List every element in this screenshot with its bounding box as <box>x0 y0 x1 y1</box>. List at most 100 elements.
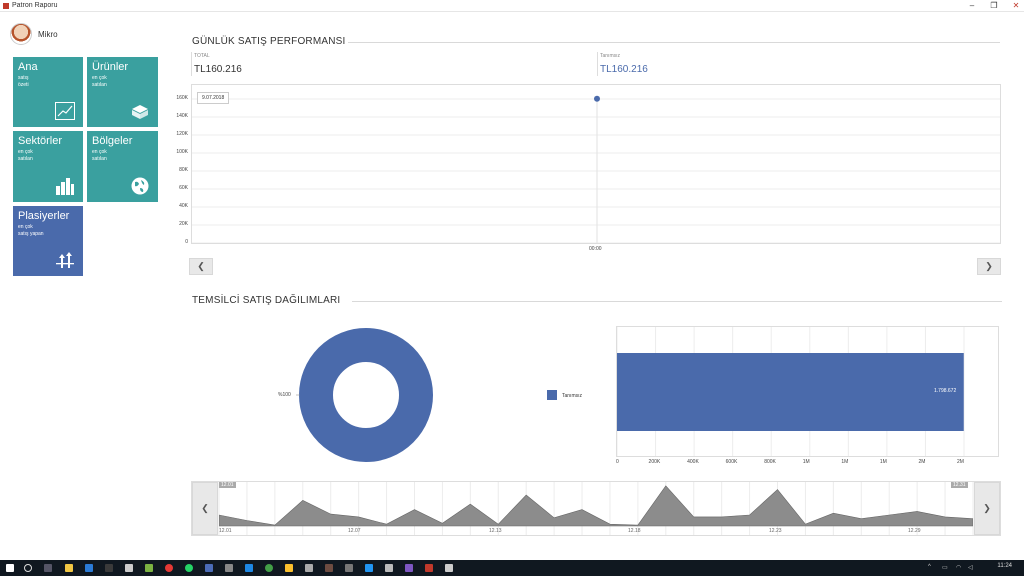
range-x-label: 12.23 <box>769 528 782 534</box>
whatsapp-icon[interactable] <box>185 564 193 572</box>
range-area-chart <box>219 482 973 535</box>
y-tick-label: 20K <box>179 221 188 227</box>
app-icon[interactable] <box>325 564 333 572</box>
kpi-separator <box>597 52 598 76</box>
kpi-total-label: TOTAL <box>194 53 210 59</box>
area-series <box>219 485 973 527</box>
rep-section-title: TEMSİLCİ SATIŞ DAĞILIMLARI <box>192 295 341 306</box>
file-explorer-icon[interactable] <box>65 564 73 572</box>
app-icon[interactable] <box>205 564 213 572</box>
tile-subtitle: en çok <box>92 75 107 81</box>
donut-slice[interactable] <box>299 328 433 462</box>
range-x-label: 12.01 <box>219 528 232 534</box>
legend-label: Tanımsız <box>562 393 583 399</box>
x-tick-label: 1M <box>841 459 849 465</box>
arrows-icon <box>56 252 74 268</box>
section-divider <box>348 42 1000 43</box>
user-name: Mikro <box>38 29 58 39</box>
x-tick-label: 600K <box>725 459 738 465</box>
x-tick-label: 800K <box>764 459 776 465</box>
app-icon <box>3 3 9 9</box>
app-icon[interactable] <box>285 564 293 572</box>
range-x-label: 12.29 <box>908 528 921 534</box>
bar-tanimsiz[interactable] <box>617 353 964 431</box>
y-tick-label: 120K <box>176 131 188 137</box>
range-prev-button[interactable]: ❮ <box>192 482 218 535</box>
app-icon[interactable] <box>305 564 313 572</box>
data-point[interactable] <box>594 95 600 102</box>
task-view-icon[interactable] <box>44 564 52 572</box>
bar-chart-icon <box>56 178 74 195</box>
user-profile[interactable]: Mikro <box>10 23 58 45</box>
bar-value-label: 1.798.672 <box>934 388 957 394</box>
section-divider <box>352 301 1002 302</box>
y-tick-label: 160K <box>176 95 188 101</box>
tile-urunler[interactable]: Ürünler en çok satılan <box>87 57 158 127</box>
x-tick-label: 200K <box>648 459 661 465</box>
mail-icon[interactable] <box>125 564 133 572</box>
y-tick-label: 0 <box>185 239 188 245</box>
android-icon[interactable] <box>145 564 153 572</box>
x-tick-label: 0 <box>616 459 619 465</box>
minimize-button[interactable]: – <box>968 0 976 12</box>
app-icon[interactable] <box>385 564 393 572</box>
next-day-button[interactable]: ❯ <box>977 258 1001 275</box>
app-icon[interactable] <box>345 564 353 572</box>
network-icon[interactable]: ▭ <box>942 564 948 571</box>
y-tick-label: 140K <box>176 113 188 119</box>
app-icon[interactable] <box>365 564 373 572</box>
tile-ana[interactable]: Ana satış özeti <box>13 57 83 127</box>
prev-day-button[interactable]: ❮ <box>189 258 213 275</box>
wifi-icon[interactable]: ◠ <box>956 564 961 571</box>
daily-chart-plot <box>192 95 1000 243</box>
chart-tooltip: 9.07.2018 <box>197 92 230 104</box>
range-x-label: 12.07 <box>348 528 361 534</box>
tile-subtitle: en çok <box>18 149 33 155</box>
app-icon[interactable] <box>265 564 273 572</box>
close-button[interactable]: ✕ <box>1012 0 1020 12</box>
box-icon <box>132 105 148 119</box>
x-tick-label: 2M <box>918 459 926 465</box>
range-end-handle[interactable]: 12.31 <box>951 482 968 488</box>
tray-chevron-icon[interactable]: ^ <box>928 564 931 570</box>
kpi-separator <box>191 52 192 76</box>
chrome-icon[interactable] <box>165 564 173 572</box>
app-icon[interactable] <box>245 564 253 572</box>
patron-raporu-icon[interactable] <box>425 564 433 572</box>
kpi-tanimsiz-value: TL160.216 <box>600 64 648 75</box>
visual-studio-icon[interactable] <box>405 564 413 572</box>
range-x-label: 12.18 <box>628 528 641 534</box>
taskbar: ^ ▭ ◠ ◁ 11:24 <box>0 560 1024 576</box>
tile-title: Ürünler <box>92 61 129 73</box>
x-tick-label: 1M <box>802 459 810 465</box>
tile-bolgeler[interactable]: Bölgeler en çok satılan <box>87 131 158 202</box>
x-tick-label: 00:00 <box>589 246 602 252</box>
daily-chart <box>191 84 1001 244</box>
range-start-handle[interactable]: 12.01 <box>219 482 236 488</box>
title-bar: Patron Raporu – ❐ ✕ <box>0 0 1024 12</box>
avatar <box>10 23 32 45</box>
restore-button[interactable]: ❐ <box>990 0 998 12</box>
windows-start-icon[interactable] <box>6 564 14 572</box>
store-icon[interactable] <box>105 564 113 572</box>
tile-title: Sektörler <box>18 135 63 147</box>
clock[interactable]: 11:24 <box>997 563 1012 569</box>
app-icon[interactable] <box>225 564 233 572</box>
edge-icon[interactable] <box>85 564 93 572</box>
app-icon[interactable] <box>445 564 453 572</box>
tile-subtitle: satılan <box>18 156 33 162</box>
y-tick-label: 80K <box>179 167 188 173</box>
x-tick-label: 1M <box>879 459 887 465</box>
tile-subtitle: satış <box>18 75 29 81</box>
tile-sektorler[interactable]: Sektörler en çok satılan <box>13 131 83 202</box>
donut-label: %100 <box>278 392 291 398</box>
tile-subtitle: özeti <box>18 82 29 88</box>
legend-swatch <box>547 390 557 400</box>
daily-section-title: GÜNLÜK SATIŞ PERFORMANSI <box>192 36 346 47</box>
tile-plasiyerler[interactable]: Plasiyerler en çok satış yapan <box>13 206 83 276</box>
volume-icon[interactable]: ◁ <box>968 564 973 571</box>
kpi-tanimsiz-label: Tanımsız <box>600 53 621 59</box>
search-icon[interactable] <box>24 564 32 572</box>
range-next-button[interactable]: ❯ <box>974 482 1000 535</box>
range-selector[interactable] <box>191 481 1001 536</box>
